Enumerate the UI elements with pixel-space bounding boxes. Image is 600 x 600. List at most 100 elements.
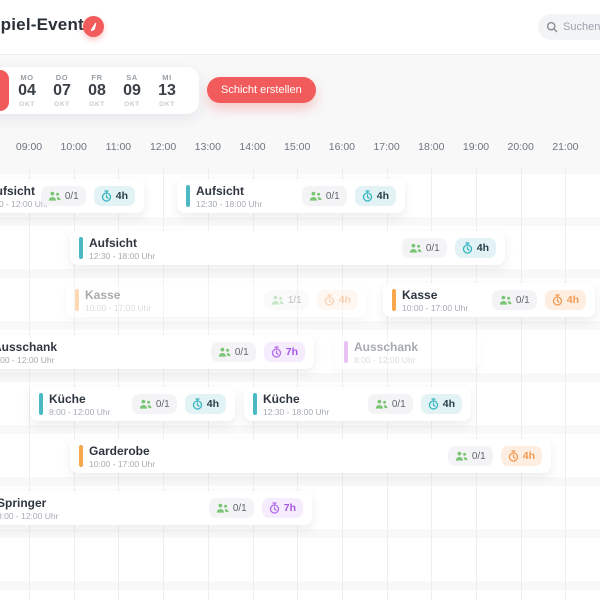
shift-text: Aufsicht 12:30 - 18:00 Uhr [196, 184, 262, 209]
shift-text: Ausschank8:00 - 12:00 Uhr [0, 340, 57, 365]
shift-color-stripe [253, 393, 257, 415]
shift-badges: 0/1 4h [301, 186, 396, 206]
date-mon: OKT [124, 100, 140, 108]
create-shift-button[interactable]: Schicht erstellen [207, 77, 316, 103]
search-icon [546, 21, 558, 33]
shift-card-springer[interactable]: Springer 8:00 - 12:00 Uhr 0/1 7h [0, 491, 312, 525]
hour-label: 12:00 [149, 141, 177, 153]
shift-title: Springer [0, 495, 47, 510]
date-cell-mi13[interactable]: MI 13 OKT [150, 70, 184, 111]
shift-title: Kasse [85, 287, 121, 302]
shift-card-aufsicht[interactable]: Aufsicht 12:30 - 18:00 Uhr 0/1 4h [70, 231, 505, 265]
stopwatch-icon [271, 346, 282, 358]
duration-badge: 4h [316, 290, 358, 310]
stopwatch-icon [362, 190, 373, 202]
shift-text: Ausschank8:00 - 12:00 Uhr [354, 340, 418, 365]
search-input[interactable] [563, 21, 600, 33]
lane-row [0, 538, 600, 581]
duration-value: 7h [285, 346, 298, 358]
shift-time: 8:00 - 12:00 Uhr [0, 354, 55, 365]
duration-badge: 4h [420, 394, 462, 414]
duration-badge: 4h [354, 186, 396, 206]
date-dow: DO [55, 73, 69, 83]
shift-title: Ausschank [354, 339, 419, 354]
hour-label: 19:00 [462, 141, 490, 153]
shift-badges: 0/1 7h [210, 342, 305, 362]
shift-time: 8:00 - 12:00 Uhr [0, 198, 49, 209]
date-cell-selected[interactable] [0, 70, 9, 111]
edit-event-button[interactable] [83, 16, 104, 37]
hour-label: 11:00 [105, 141, 132, 153]
occupancy-value: 0/1 [425, 242, 440, 254]
hour-label: 21:00 [552, 141, 579, 153]
shift-color-stripe [75, 289, 79, 311]
shift-color-stripe [79, 445, 83, 467]
lane-row [0, 590, 600, 600]
occupancy-value: 0/1 [155, 398, 170, 410]
hour-label: 15:00 [284, 141, 311, 153]
shift-time: 12:30 - 18:00 Uhr [89, 250, 156, 261]
date-cell-mo04[interactable]: MO 04 OKT [10, 70, 44, 111]
people-icon [218, 347, 231, 358]
shift-card-ausschank[interactable]: Ausschank 8:00 - 12:00 Uhr [335, 335, 480, 369]
duration-badge: 4h [544, 290, 586, 310]
date-num: 08 [88, 82, 106, 100]
stopwatch-icon [324, 294, 335, 306]
shift-card-kche[interactable]: Küche 8:00 - 12:00 Uhr 0/1 4h [30, 387, 235, 421]
hour-label: 16:00 [328, 141, 356, 153]
hour-gridline [29, 166, 30, 600]
occupancy-badge: 0/1 [447, 446, 493, 466]
people-icon [48, 191, 61, 202]
shift-card-kasse[interactable]: Kasse 10:00 - 17:00 Uhr 1/1 4h [66, 283, 367, 317]
duration-value: 4h [442, 398, 455, 410]
shift-color-stripe [392, 289, 396, 311]
date-cell-do07[interactable]: DO 07 OKT [45, 70, 79, 111]
shift-card-kche[interactable]: Küche 12:30 - 18:00 Uhr 0/1 4h [244, 387, 471, 421]
shift-title: Aufsicht [89, 235, 137, 250]
occupancy-badge: 0/1 [40, 186, 86, 206]
shift-card-ausschank[interactable]: Ausschank8:00 - 12:00 Uhr 0/1 7h [0, 335, 314, 369]
duration-value: 4h [476, 242, 489, 254]
shift-title: Aufsicht [196, 183, 244, 198]
shift-card-aufsicht[interactable]: Aufsicht8:00 - 12:00 Uhr 0/1 4h [0, 179, 144, 213]
search-box[interactable] [538, 14, 600, 40]
shift-badges: 0/1 4h [367, 394, 462, 414]
shift-badges: 0/1 7h [208, 498, 303, 518]
date-dow: MO [20, 73, 34, 83]
shift-card-garderobe[interactable]: Garderobe 10:00 - 17:00 Uhr 0/1 4h [70, 439, 551, 473]
shift-title: Küche [49, 391, 86, 406]
hour-label: 18:00 [418, 141, 445, 153]
date-num: 04 [18, 82, 36, 100]
shift-title: Ausschank [0, 339, 58, 354]
people-icon [455, 451, 468, 462]
shift-time: 10:00 - 17:00 Uhr [85, 302, 152, 313]
occupancy-badge: 0/1 [210, 342, 256, 362]
shift-time: 8:00 - 12:00 Uhr [49, 406, 111, 417]
date-mon: OKT [54, 100, 70, 108]
hour-label: 20:00 [507, 141, 534, 153]
date-cell-fr08[interactable]: FR 08 OKT [80, 70, 114, 111]
occupancy-badge: 1/1 [263, 290, 309, 310]
shift-text: Küche 12:30 - 18:00 Uhr [263, 392, 329, 417]
shift-title: Kasse [402, 287, 438, 302]
shift-title: Küche [263, 391, 300, 406]
people-icon [375, 399, 388, 410]
stopwatch-icon [508, 450, 519, 462]
occupancy-value: 1/1 [287, 294, 302, 306]
duration-value: 4h [376, 190, 389, 202]
shift-badges: 0/1 4h [131, 394, 226, 414]
stopwatch-icon [101, 190, 112, 202]
duration-badge: 7h [263, 342, 305, 362]
occupancy-badge: 0/1 [401, 238, 447, 258]
shift-color-stripe [39, 393, 43, 415]
hour-label: 13:00 [194, 141, 221, 153]
shift-text: Garderobe 10:00 - 17:00 Uhr [89, 444, 155, 469]
hour-label: 09:00 [15, 141, 43, 153]
shift-text: Aufsicht 12:30 - 18:00 Uhr [89, 236, 155, 261]
people-icon [271, 295, 284, 306]
shift-card-kasse[interactable]: Kasse 10:00 - 17:00 Uhr 0/1 4h [383, 283, 595, 317]
people-icon [139, 399, 152, 410]
date-cell-sa09[interactable]: SA 09 OKT [115, 70, 149, 111]
shift-card-aufsicht[interactable]: Aufsicht 12:30 - 18:00 Uhr 0/1 4h [177, 179, 405, 213]
shift-text: Kasse 10:00 - 17:00 Uhr [85, 288, 151, 313]
